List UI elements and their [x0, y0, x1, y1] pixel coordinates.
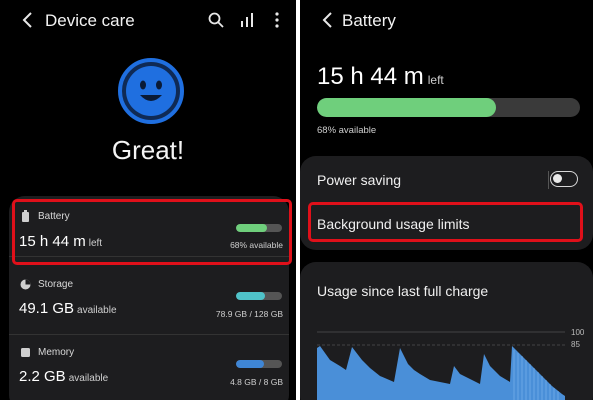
memory-level-bar — [236, 360, 282, 368]
memory-label: Memory — [38, 347, 75, 358]
search-icon[interactable] — [207, 11, 225, 29]
power-saving-label: Power saving — [317, 172, 402, 188]
storage-level-bar — [236, 292, 282, 300]
battery-usage-chart: 100 85 — [317, 328, 585, 400]
divider — [548, 171, 549, 189]
battery-available: 68% available — [317, 125, 377, 136]
storage-value: 49.1 GB — [19, 300, 75, 317]
time-unit: left — [427, 73, 444, 87]
usage-title: Usage since last full charge — [317, 283, 489, 299]
storage-unit: available — [77, 305, 117, 316]
storage-label: Storage — [38, 279, 74, 290]
storage-available: 49.1 GB available — [19, 300, 117, 317]
back-arrow-icon[interactable] — [18, 10, 38, 30]
background-limits-highlight-box — [308, 202, 583, 242]
more-options-icon[interactable] — [268, 11, 286, 29]
battery-header: Battery — [300, 0, 593, 40]
tick-label-85: 85 — [571, 340, 580, 349]
status-text: Great! — [111, 135, 185, 165]
memory-available: 2.2 GB available — [19, 368, 108, 385]
back-arrow-icon[interactable] — [318, 10, 338, 30]
storage-icon — [20, 279, 31, 290]
memory-value: 2.2 GB — [19, 368, 66, 385]
time-value: 15 h 44 m — [317, 63, 424, 90]
battery-screen: Battery 15 h 44 m left 68% available Powe… — [300, 0, 593, 400]
page-title: Battery — [342, 11, 396, 30]
toggle-knob — [553, 174, 562, 183]
battery-time-remaining: 15 h 44 m left — [317, 63, 444, 91]
battery-progress-bar — [317, 98, 580, 117]
tick-label-100: 100 — [571, 328, 585, 337]
storage-usage: 78.9 GB / 128 GB — [215, 309, 283, 319]
battery-highlight-box — [12, 199, 292, 265]
device-care-header: Device care — [0, 0, 296, 40]
power-saving-toggle[interactable] — [550, 171, 578, 187]
chart-icon[interactable] — [239, 11, 257, 29]
memory-unit: available — [68, 373, 109, 384]
page-title: Device care — [45, 11, 135, 30]
memory-usage: 4.8 GB / 8 GB — [230, 377, 283, 387]
usage-area — [317, 346, 565, 400]
smiley-face-icon — [118, 58, 184, 124]
device-care-screen: Device care Great! Battery 15 h 44 m left… — [0, 0, 296, 400]
memory-icon — [21, 348, 30, 357]
